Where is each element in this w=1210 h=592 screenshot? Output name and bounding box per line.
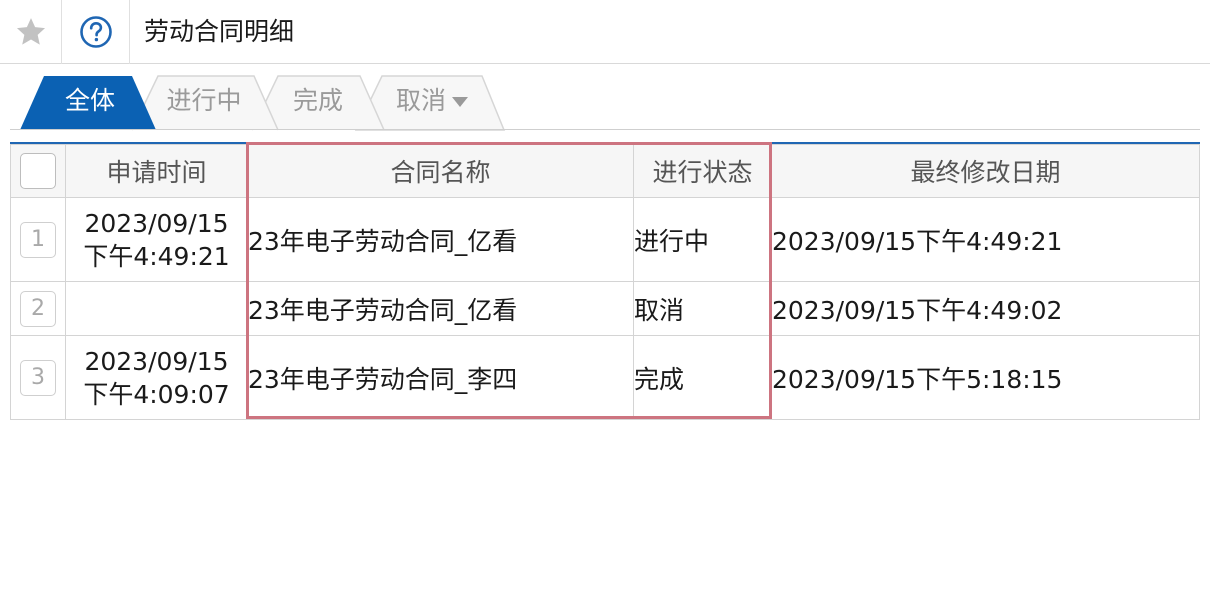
status-cell: 完成 [633,335,772,420]
table-row[interactable]: 2 23年电子劳动合同_亿看 取消 2023/09/15下午4:49:02 [10,281,1200,336]
table-row[interactable]: 3 2023/09/15 下午4:09:07 23年电子劳动合同_李四 完成 2… [10,335,1200,420]
select-all-checkbox[interactable] [20,153,56,189]
select-all-cell [10,144,66,198]
row-number[interactable]: 3 [20,359,56,396]
favorite-button[interactable] [0,0,62,64]
contract-name-cell[interactable]: 23年电子劳动合同_李四 [247,335,634,420]
status-cell: 进行中 [633,197,772,282]
modified-date-cell: 2023/09/15下午4:49:21 [771,197,1200,282]
row-number[interactable]: 2 [20,290,56,327]
apply-time-cell [65,281,248,336]
tab-in-progress[interactable]: 进行中 [156,72,252,130]
tab-all[interactable]: 全体 [50,72,130,130]
caret-down-icon [452,97,468,107]
title-bar: 劳动合同明细 [0,0,1210,64]
column-header-apply-time[interactable]: 申请时间 [65,144,248,198]
row-number[interactable]: 1 [20,221,56,258]
tab-cancel[interactable]: 取消 [384,72,480,130]
column-header-modified-date[interactable]: 最终修改日期 [771,144,1200,198]
tabs-divider [10,129,1200,130]
status-tabs: 全体 进行中 完成 取消 [10,72,520,132]
contracts-table: 申请时间 合同名称 进行状态 最终修改日期 1 2023/09/15 下午4:4… [10,144,1200,420]
star-icon [16,18,45,45]
status-cell: 取消 [633,281,772,336]
row-number-cell: 1 [10,197,66,282]
modified-date-cell: 2023/09/15下午5:18:15 [771,335,1200,420]
apply-time: 下午4:09:07 [83,379,230,409]
apply-date: 2023/09/15 [84,208,229,238]
table-row[interactable]: 1 2023/09/15 下午4:49:21 23年电子劳动合同_亿看 进行中 … [10,197,1200,282]
apply-time: 下午4:49:21 [83,241,230,271]
tab-done[interactable]: 完成 [280,72,356,130]
contract-name-cell[interactable]: 23年电子劳动合同_亿看 [247,281,634,336]
contract-name-cell[interactable]: 23年电子劳动合同_亿看 [247,197,634,282]
tab-cancel-label: 取消 [395,86,446,115]
apply-date: 2023/09/15 [84,346,229,376]
row-number-cell: 2 [10,281,66,336]
column-header-contract-name[interactable]: 合同名称 [247,144,634,198]
help-circle-icon [79,16,112,48]
table-header-row: 申请时间 合同名称 进行状态 最终修改日期 [10,144,1200,198]
modified-date-cell: 2023/09/15下午4:49:02 [771,281,1200,336]
page-title: 劳动合同明细 [144,17,295,46]
help-button[interactable] [62,0,130,64]
apply-time-cell: 2023/09/15 下午4:49:21 [65,197,248,282]
apply-time-cell: 2023/09/15 下午4:09:07 [65,335,248,420]
row-number-cell: 3 [10,335,66,420]
column-header-status[interactable]: 进行状态 [633,144,772,198]
